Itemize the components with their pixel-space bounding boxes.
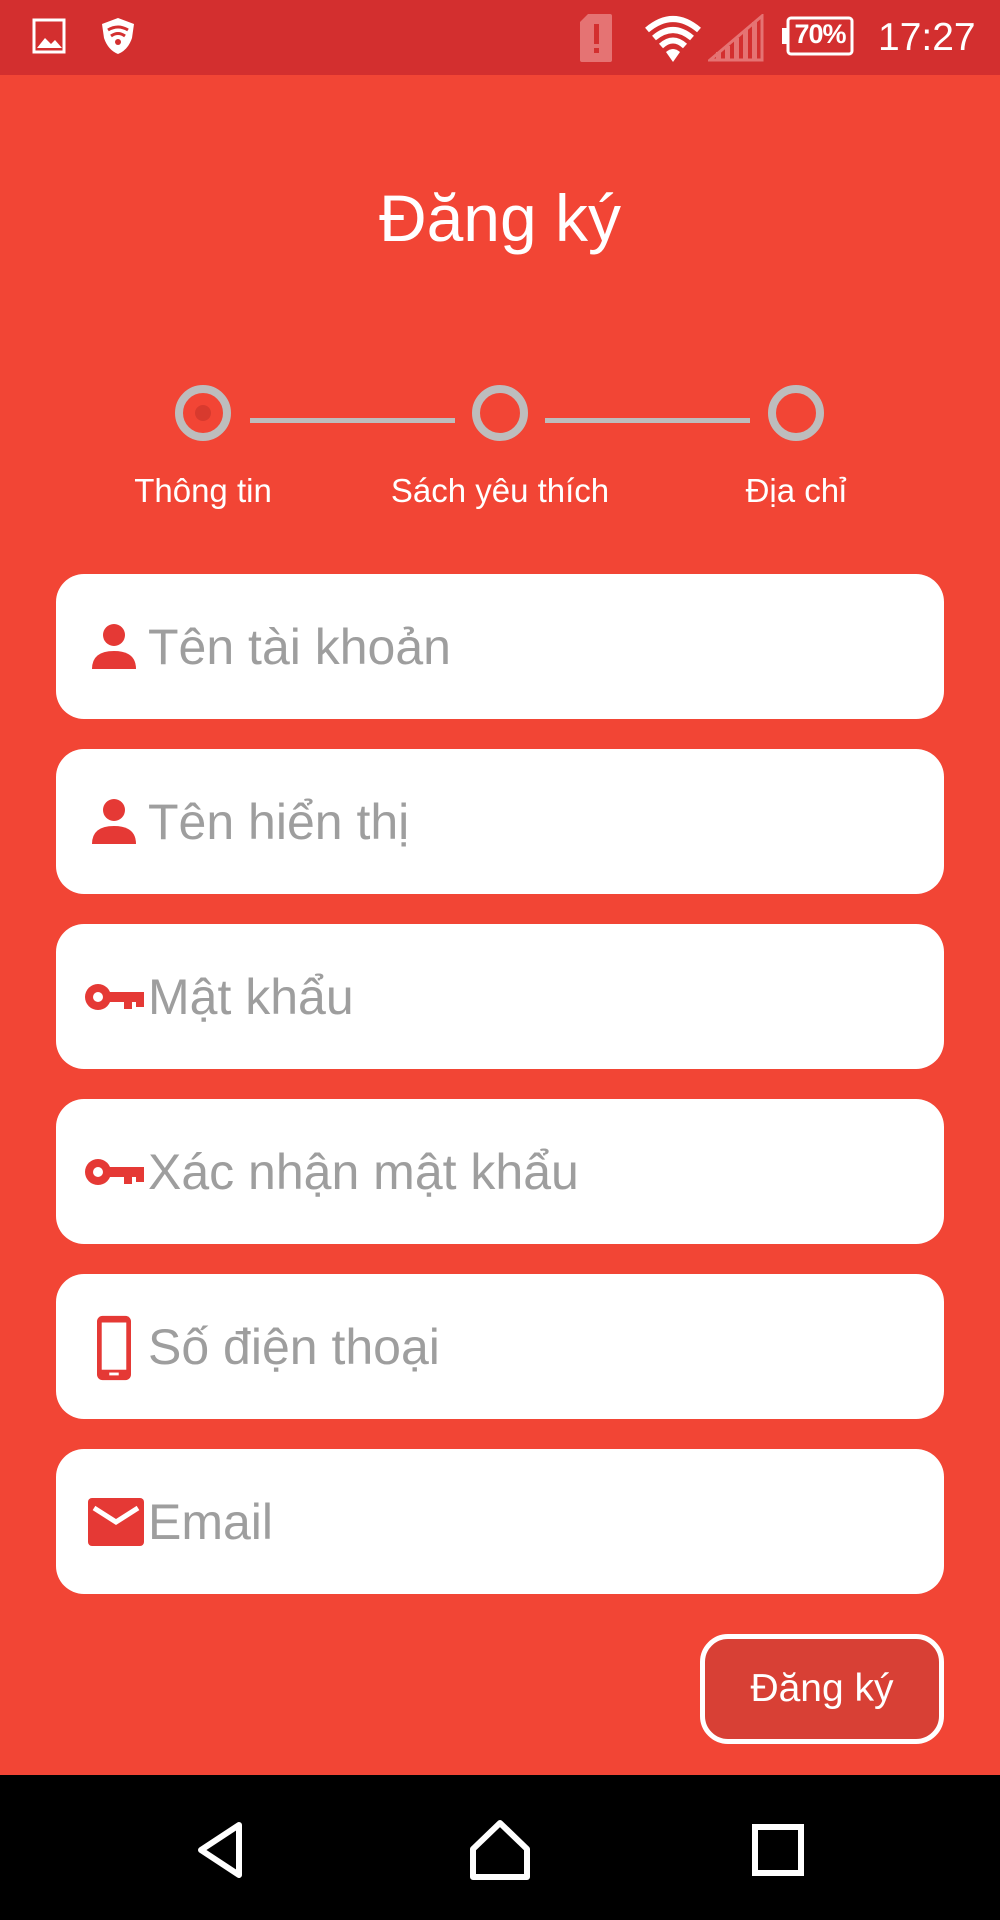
key-icon (85, 1159, 144, 1185)
recents-icon[interactable] (743, 1815, 813, 1885)
shield-icon (102, 18, 134, 54)
password-input[interactable] (148, 954, 908, 1039)
clock: 17:27 (878, 16, 976, 59)
registration-screen: 70% 17:27 Đăng ký Thông tin Sách yêu thí… (0, 0, 1000, 1920)
register-button[interactable]: Đăng ký (700, 1634, 944, 1744)
mail-icon (88, 1498, 144, 1546)
status-bar: 70% 17:27 (0, 0, 1000, 75)
page-title: Đăng ký (378, 181, 622, 255)
key-icon (85, 984, 144, 1010)
step-1-circle[interactable] (175, 385, 231, 441)
username-input[interactable] (148, 604, 908, 689)
step-2-circle[interactable] (472, 385, 528, 441)
phone-field[interactable] (56, 1274, 944, 1419)
sim-alert-icon (580, 14, 612, 62)
display-name-field[interactable] (56, 749, 944, 894)
battery-percentage: 70% (794, 19, 846, 49)
email-input[interactable] (148, 1479, 908, 1564)
step-3-circle[interactable] (768, 385, 824, 441)
step-1-label: Thông tin (134, 472, 272, 509)
confirm-password-field[interactable] (56, 1099, 944, 1244)
step-connector (545, 418, 750, 423)
display-name-input[interactable] (148, 779, 908, 864)
phone-icon (97, 1315, 131, 1381)
phone-input[interactable] (148, 1304, 908, 1389)
username-field[interactable] (56, 574, 944, 719)
home-icon[interactable] (465, 1815, 535, 1885)
image-notification-icon (32, 18, 66, 54)
email-field[interactable] (56, 1449, 944, 1594)
person-icon (92, 624, 136, 669)
navigation-bar (0, 1775, 1000, 1920)
step-2-label: Sách yêu thích (390, 472, 610, 509)
step-3-label: Địa chỉ (745, 472, 847, 509)
password-field[interactable] (56, 924, 944, 1069)
wifi-icon (645, 16, 701, 62)
cell-signal-icon (708, 14, 764, 62)
step-connector (250, 418, 455, 423)
back-icon[interactable] (187, 1815, 257, 1885)
confirm-password-input[interactable] (148, 1129, 908, 1214)
person-icon (92, 799, 136, 844)
